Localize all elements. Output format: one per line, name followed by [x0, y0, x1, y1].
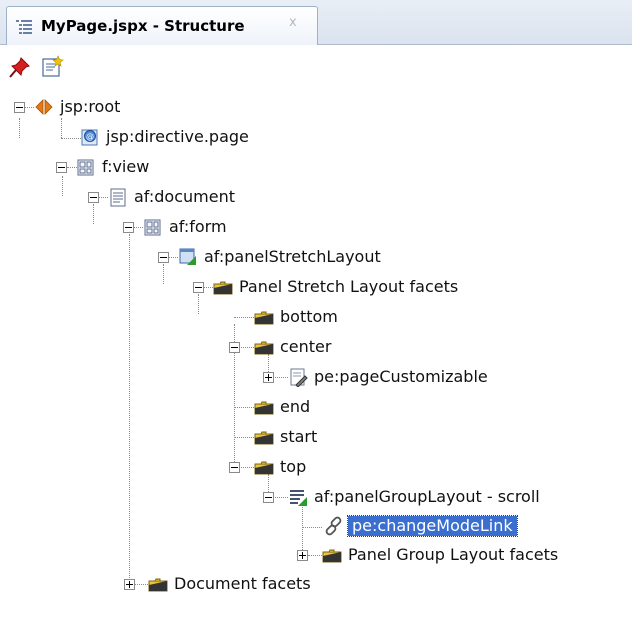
expand-icon[interactable]	[124, 579, 135, 590]
document-icon	[110, 188, 126, 207]
pin-icon[interactable]	[8, 55, 32, 79]
node-label: jsp:root	[60, 97, 121, 116]
view-icon	[77, 159, 94, 176]
node-label: Panel Stretch Layout facets	[239, 277, 459, 296]
folder-icon	[254, 311, 274, 325]
close-icon[interactable]: x	[289, 15, 297, 30]
folder-icon	[148, 578, 168, 592]
tab-title: MyPage.jspx - Structure	[41, 17, 245, 35]
structure-icon	[16, 20, 32, 34]
node-label: Panel Group Layout facets	[348, 545, 559, 564]
node-label: bottom	[280, 307, 338, 326]
svg-text:@: @	[86, 132, 94, 141]
collapse-icon[interactable]	[193, 282, 204, 293]
collapse-icon[interactable]	[263, 492, 274, 503]
node-label: f:view	[102, 157, 150, 176]
collapse-icon[interactable]	[14, 102, 25, 113]
node-label-selected: pe:changeModeLink	[347, 515, 518, 537]
collapse-icon[interactable]	[229, 462, 240, 473]
structure-tree: jsp:root @ jsp:directive.page f:view af:…	[0, 90, 632, 638]
collapse-icon[interactable]	[88, 192, 99, 203]
link-icon	[325, 516, 342, 536]
tab-bar: MyPage.jspx - Structure x	[0, 0, 632, 45]
node-label: Document facets	[174, 574, 311, 593]
node-label: af:document	[134, 187, 235, 206]
toolbar	[0, 45, 632, 89]
node-label: start	[280, 427, 318, 446]
tab-structure[interactable]: MyPage.jspx - Structure x	[6, 6, 318, 45]
node-label: pe:pageCustomizable	[314, 367, 488, 386]
node-label: af:panelStretchLayout	[204, 247, 381, 266]
node-label: end	[280, 397, 311, 416]
folder-icon	[254, 341, 274, 355]
layout-icon	[179, 248, 196, 265]
directive-icon: @	[81, 129, 98, 146]
collapse-icon[interactable]	[56, 162, 67, 173]
folder-icon	[254, 461, 274, 475]
customizable-icon	[290, 368, 308, 387]
jsp-root-icon	[35, 99, 53, 115]
collapse-icon[interactable]	[158, 252, 169, 263]
folder-icon	[254, 401, 274, 415]
form-icon	[144, 219, 161, 236]
node-label: top	[280, 457, 307, 476]
node-label: center	[280, 337, 332, 356]
node-label: af:panelGroupLayout - scroll	[314, 487, 540, 506]
folder-icon	[254, 431, 274, 445]
freeze-view-icon[interactable]	[40, 55, 64, 79]
group-layout-icon	[290, 490, 307, 506]
node-label: jsp:directive.page	[106, 127, 249, 146]
expand-icon[interactable]	[263, 372, 274, 383]
collapse-icon[interactable]	[123, 222, 134, 233]
folder-icon	[213, 281, 233, 295]
collapse-icon[interactable]	[229, 342, 240, 353]
folder-icon	[322, 549, 342, 563]
node-label: af:form	[169, 217, 227, 236]
expand-icon[interactable]	[297, 550, 308, 561]
